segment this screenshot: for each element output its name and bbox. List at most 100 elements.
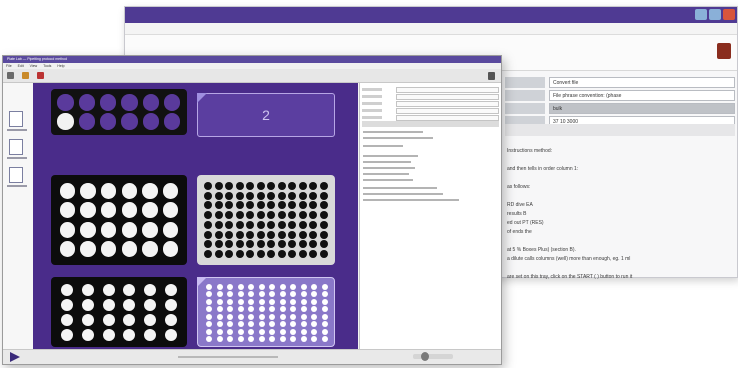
well[interactable]	[78, 113, 96, 130]
well[interactable]	[298, 181, 307, 190]
well[interactable]	[225, 181, 234, 190]
sidebar-item-report[interactable]	[9, 167, 23, 183]
well[interactable]	[269, 306, 276, 313]
well[interactable]	[206, 306, 213, 313]
well[interactable]	[142, 94, 160, 111]
well[interactable]	[216, 283, 223, 290]
well[interactable]	[214, 220, 223, 229]
well[interactable]	[162, 241, 179, 258]
well[interactable]	[204, 250, 213, 259]
well[interactable]	[321, 321, 328, 328]
well[interactable]	[321, 336, 328, 343]
well[interactable]	[288, 201, 297, 210]
well[interactable]	[142, 221, 158, 238]
well[interactable]	[258, 313, 265, 320]
well[interactable]	[290, 298, 297, 305]
well[interactable]	[246, 250, 255, 259]
property-row[interactable]	[362, 115, 499, 121]
well[interactable]	[100, 202, 117, 219]
well[interactable]	[237, 336, 244, 343]
well[interactable]	[248, 306, 255, 313]
well[interactable]	[290, 306, 297, 313]
property-value[interactable]	[396, 108, 499, 114]
well[interactable]	[206, 313, 213, 320]
well[interactable]	[204, 181, 213, 190]
well[interactable]	[290, 328, 297, 335]
well[interactable]	[121, 202, 138, 219]
well[interactable]	[321, 328, 328, 335]
well[interactable]	[309, 181, 318, 190]
well[interactable]	[277, 201, 286, 210]
well[interactable]	[59, 241, 76, 258]
well[interactable]	[214, 250, 223, 259]
well[interactable]	[277, 220, 286, 229]
well[interactable]	[237, 291, 244, 298]
well[interactable]	[258, 298, 265, 305]
well[interactable]	[227, 313, 234, 320]
well[interactable]	[290, 313, 297, 320]
deck-canvas[interactable]: 2	[33, 83, 358, 351]
well[interactable]	[235, 240, 244, 249]
well[interactable]	[225, 191, 234, 200]
well[interactable]	[164, 113, 181, 130]
well[interactable]	[61, 298, 74, 311]
well[interactable]	[321, 291, 328, 298]
well[interactable]	[204, 191, 213, 200]
well[interactable]	[237, 328, 244, 335]
well[interactable]	[269, 291, 276, 298]
well[interactable]	[258, 283, 265, 290]
well[interactable]	[206, 283, 213, 290]
property-row[interactable]	[362, 87, 499, 93]
well[interactable]	[288, 191, 297, 200]
well[interactable]	[204, 220, 213, 229]
well[interactable]	[164, 313, 177, 326]
well[interactable]	[300, 313, 307, 320]
property-value[interactable]	[396, 115, 499, 121]
well[interactable]	[80, 202, 96, 219]
well[interactable]	[225, 220, 234, 229]
deck-slot-2[interactable]: 2	[197, 93, 335, 137]
well[interactable]	[59, 202, 76, 219]
well[interactable]	[80, 241, 96, 258]
well[interactable]	[256, 211, 265, 220]
well[interactable]	[300, 291, 307, 298]
well[interactable]	[206, 328, 213, 335]
well[interactable]	[256, 201, 265, 210]
property-row[interactable]	[362, 94, 499, 100]
well[interactable]	[248, 298, 255, 305]
well[interactable]	[246, 240, 255, 249]
well[interactable]	[267, 211, 276, 220]
well[interactable]	[144, 328, 156, 341]
well[interactable]	[248, 313, 255, 320]
property-row[interactable]	[362, 108, 499, 114]
well[interactable]	[258, 336, 265, 343]
well[interactable]	[82, 283, 94, 296]
well[interactable]	[267, 220, 276, 229]
well[interactable]	[162, 221, 179, 238]
well[interactable]	[258, 306, 265, 313]
well[interactable]	[267, 191, 276, 200]
well[interactable]	[277, 240, 286, 249]
well[interactable]	[277, 230, 286, 239]
well[interactable]	[248, 291, 255, 298]
well[interactable]	[204, 240, 213, 249]
well[interactable]	[227, 298, 234, 305]
well[interactable]	[57, 113, 74, 130]
property-value[interactable]	[396, 87, 499, 93]
well[interactable]	[102, 298, 115, 311]
well[interactable]	[80, 182, 96, 199]
well[interactable]	[206, 321, 213, 328]
well[interactable]	[246, 201, 255, 210]
well[interactable]	[237, 321, 244, 328]
well[interactable]	[121, 113, 138, 130]
well[interactable]	[235, 201, 244, 210]
well[interactable]	[61, 313, 74, 326]
well[interactable]	[256, 181, 265, 190]
well[interactable]	[227, 306, 234, 313]
zoom-slider-handle[interactable]	[421, 352, 429, 361]
well[interactable]	[227, 291, 234, 298]
maximize-button[interactable]	[709, 9, 721, 20]
well[interactable]	[162, 202, 179, 219]
well[interactable]	[144, 298, 156, 311]
well[interactable]	[319, 230, 328, 239]
